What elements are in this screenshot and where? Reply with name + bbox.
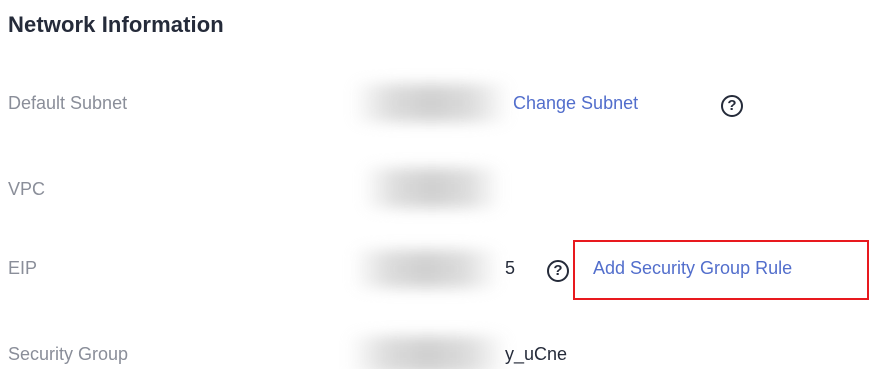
eip-value-redacted [352,250,500,288]
highlight-annotation-box [573,240,869,300]
question-circle-icon[interactable]: ? [721,95,743,117]
eip-value-fragment: 5 [505,258,516,278]
change-subnet-link[interactable]: Change Subnet [513,93,638,114]
vpc-value-redacted [362,168,502,208]
eip-label: EIP [8,258,38,278]
network-information-panel: Network Information Default Subnet Chang… [0,0,871,369]
default-subnet-label: Default Subnet [8,93,128,113]
default-subnet-value-redacted [352,84,510,122]
security-group-value-fragment: y_uCne [505,344,568,364]
security-group-label: Security Group [8,344,129,364]
vpc-label: VPC [8,179,46,199]
question-circle-icon[interactable]: ? [547,260,569,282]
section-title: Network Information [8,12,224,37]
security-group-value-redacted [348,336,508,369]
